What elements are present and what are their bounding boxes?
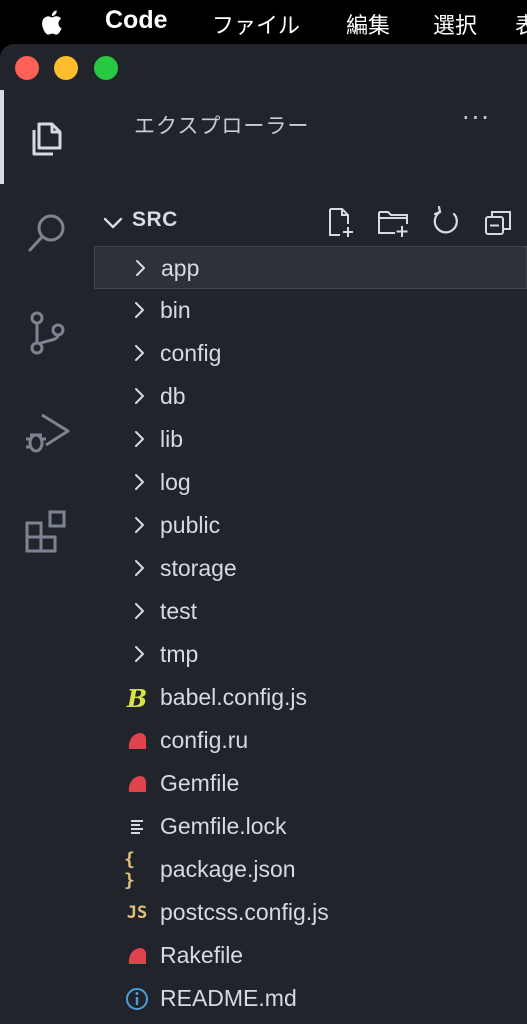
folder-label: public bbox=[160, 512, 221, 538]
file-item[interactable]: Bbabel.config.js bbox=[94, 676, 527, 719]
ruby-icon bbox=[124, 943, 150, 969]
file-label: config.ru bbox=[160, 727, 249, 753]
folder-item[interactable]: test bbox=[94, 590, 527, 633]
file-label: Gemfile bbox=[160, 770, 240, 796]
file-item[interactable]: Gemfile bbox=[94, 762, 527, 805]
source-control-icon bbox=[30, 311, 65, 355]
zoom-window-button[interactable] bbox=[94, 56, 118, 80]
menu-view[interactable]: 表 bbox=[515, 8, 527, 40]
file-item[interactable]: JS postcss.config.js bbox=[94, 891, 527, 934]
folder-item[interactable]: db bbox=[94, 375, 527, 418]
chevron-right-icon bbox=[135, 646, 144, 662]
folder-item[interactable]: app bbox=[94, 246, 527, 289]
chevron-right-icon bbox=[135, 517, 144, 533]
chevron-right-icon bbox=[135, 388, 144, 404]
new-folder-button[interactable] bbox=[375, 204, 411, 240]
file-tree: app bin config db lib log public storage test tmp… bbox=[94, 246, 527, 1024]
new-file-button[interactable] bbox=[322, 204, 358, 240]
extensions-icon bbox=[25, 510, 66, 553]
chevron-right-icon bbox=[135, 345, 144, 361]
file-label: babel.config.js bbox=[160, 684, 308, 710]
file-label: package.json bbox=[160, 856, 296, 882]
run-debug-icon bbox=[26, 413, 70, 453]
folder-item[interactable]: lib bbox=[94, 418, 527, 461]
menu-file[interactable]: ファイル bbox=[212, 8, 300, 40]
refresh-icon bbox=[433, 205, 458, 234]
chevron-down-icon bbox=[103, 217, 123, 229]
folder-label: lib bbox=[160, 426, 184, 452]
apple-logo-icon[interactable] bbox=[38, 7, 68, 37]
src-section-header[interactable]: SRC bbox=[94, 198, 527, 246]
file-label: README.md bbox=[160, 985, 297, 1011]
vscode-window: エクスプローラー ··· SRC app bin config db lib l… bbox=[0, 44, 527, 1024]
menu-edit[interactable]: 編集 bbox=[346, 8, 390, 40]
new-file-icon bbox=[329, 208, 353, 237]
folder-item[interactable]: bin bbox=[94, 289, 527, 332]
folder-label: db bbox=[160, 383, 186, 409]
folder-label: bin bbox=[160, 297, 191, 323]
sidebar-header: エクスプローラー ··· bbox=[94, 90, 527, 154]
file-label: postcss.config.js bbox=[160, 899, 329, 925]
file-item[interactable]: config.ru bbox=[94, 719, 527, 762]
files-icon bbox=[32, 122, 62, 156]
folder-item[interactable]: storage bbox=[94, 547, 527, 590]
file-item[interactable]: { } package.json bbox=[94, 848, 527, 891]
folder-label: app bbox=[161, 255, 200, 281]
file-item[interactable]: README.md bbox=[94, 977, 527, 1020]
extensions-activity-button[interactable] bbox=[0, 484, 94, 578]
info-icon bbox=[124, 986, 150, 1012]
minimize-window-button[interactable] bbox=[54, 56, 78, 80]
more-actions-button[interactable]: ··· bbox=[462, 104, 491, 132]
chevron-right-icon bbox=[136, 260, 145, 276]
close-window-button[interactable] bbox=[15, 56, 39, 80]
ruby-icon bbox=[124, 771, 150, 797]
folder-item[interactable]: public bbox=[94, 504, 527, 547]
folder-item[interactable]: config bbox=[94, 332, 527, 375]
search-activity-button[interactable] bbox=[0, 186, 94, 280]
file-label: Gemfile.lock bbox=[160, 813, 287, 839]
sidebar-title: エクスプローラー bbox=[134, 114, 310, 138]
ruby-icon bbox=[124, 728, 150, 754]
run-debug-activity-button[interactable] bbox=[0, 385, 94, 479]
refresh-explorer-button[interactable] bbox=[428, 204, 464, 240]
collapse-all-icon bbox=[485, 211, 511, 235]
file-item[interactable]: yarn.lock bbox=[94, 1020, 527, 1024]
collapse-folders-button[interactable] bbox=[481, 204, 517, 240]
chevron-right-icon bbox=[135, 302, 144, 318]
file-item[interactable]: Rakefile bbox=[94, 934, 527, 977]
json-icon: { } bbox=[124, 849, 135, 891]
title-bar bbox=[0, 44, 527, 90]
source-control-activity-button[interactable] bbox=[0, 286, 94, 380]
chevron-right-icon bbox=[135, 603, 144, 619]
new-folder-icon bbox=[378, 211, 408, 237]
menu-selection[interactable]: 選択 bbox=[433, 8, 477, 40]
folder-label: test bbox=[160, 598, 198, 624]
section-title: SRC bbox=[132, 208, 178, 231]
app-name-menu[interactable]: Code bbox=[105, 6, 168, 35]
file-label: Rakefile bbox=[160, 942, 244, 968]
folder-label: log bbox=[160, 469, 191, 495]
chevron-right-icon bbox=[135, 560, 144, 576]
folder-label: storage bbox=[160, 555, 237, 581]
explorer-activity-button[interactable] bbox=[0, 90, 94, 184]
javascript-icon: JS bbox=[126, 903, 148, 923]
macos-menubar: Code ファイル 編集 選択 表 bbox=[0, 0, 527, 44]
activity-bar bbox=[0, 90, 94, 1024]
file-item[interactable]: Gemfile.lock bbox=[94, 805, 527, 848]
chevron-right-icon bbox=[135, 431, 144, 447]
babel-icon: B bbox=[126, 683, 148, 713]
search-icon bbox=[28, 214, 65, 252]
folder-label: config bbox=[160, 340, 222, 366]
folder-label: tmp bbox=[160, 641, 199, 667]
folder-item[interactable]: log bbox=[94, 461, 527, 504]
chevron-right-icon bbox=[135, 474, 144, 490]
explorer-sidebar: エクスプローラー ··· SRC app bin config db lib l… bbox=[94, 90, 527, 1024]
lines-icon bbox=[124, 814, 150, 840]
folder-item[interactable]: tmp bbox=[94, 633, 527, 676]
